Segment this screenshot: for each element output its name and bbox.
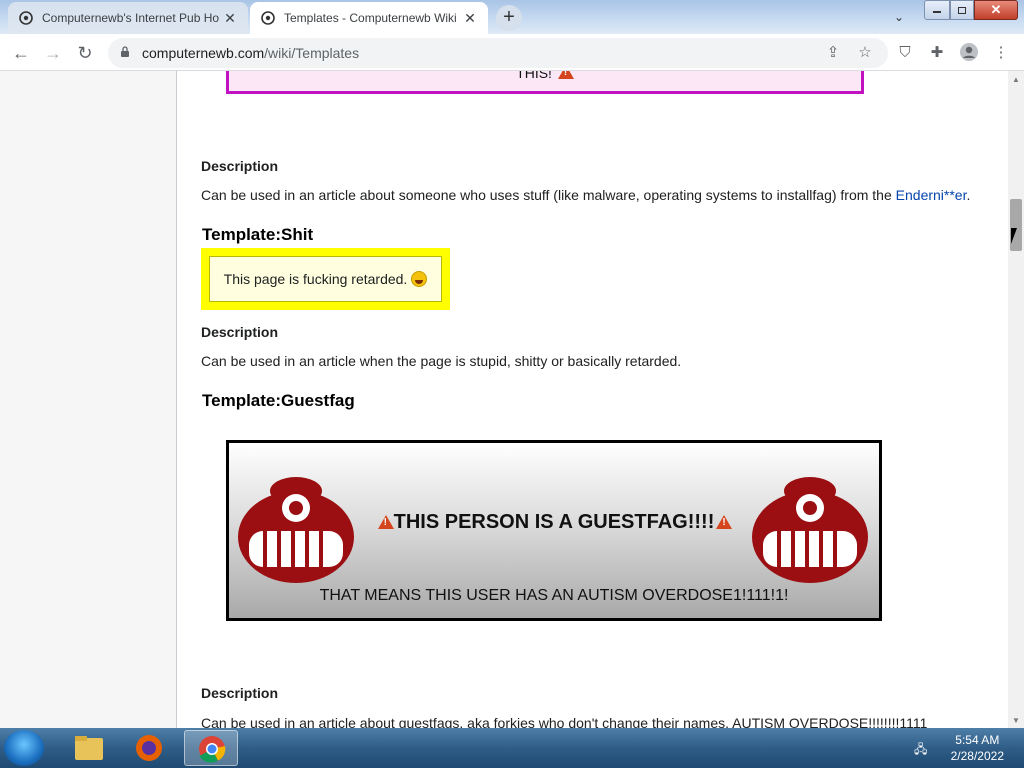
tab-strip: Computernewb's Internet Pub Ho ✕ Templat… (0, 0, 1024, 34)
taskbar-explorer[interactable] (62, 730, 116, 766)
scroll-up-arrow-icon[interactable]: ▲ (1012, 75, 1020, 84)
start-button[interactable] (4, 730, 44, 766)
back-icon[interactable]: ← (8, 40, 34, 66)
chrome-icon (199, 736, 226, 763)
network-icon[interactable]: 🖧 (914, 740, 930, 756)
mouse-pointer-icon (1011, 228, 1017, 244)
description-heading: Description (201, 158, 279, 174)
grinning-face-logo-icon (752, 477, 868, 583)
template-box-guestfag: THIS PERSON IS A GUESTFAG!!!! THAT MEANS… (226, 440, 882, 621)
guestfag-subtitle: THAT MEANS THIS USER HAS AN AUTISM OVERD… (319, 587, 789, 604)
restore-button[interactable] (950, 0, 974, 20)
forward-icon[interactable]: → (40, 40, 66, 66)
template-heading-guestfag: Template:Guestfag (202, 391, 355, 410)
scroll-down-arrow-icon[interactable]: ▼ (1012, 716, 1020, 725)
enderni-link[interactable]: Enderni**er (896, 187, 967, 203)
close-tab-icon[interactable]: ✕ (222, 10, 238, 26)
address-bar[interactable]: computernewb.com/wiki/Templates (108, 38, 888, 68)
close-window-button[interactable]: ✕ (974, 0, 1018, 20)
guestfag-title-text: THIS PERSON IS A GUESTFAG!!!! (393, 511, 715, 533)
extensions-puzzle-icon[interactable]: ✚ (926, 42, 948, 64)
close-tab-icon[interactable]: ✕ (462, 10, 478, 26)
wiki-sidebar (0, 71, 177, 728)
clock-time: 5:54 AM (955, 733, 1000, 747)
reload-icon[interactable]: ↻ (72, 40, 98, 66)
windows-taskbar: 🖧 5:54 AM 2/28/2022 (0, 728, 1024, 768)
clock-date: 2/28/2022 (950, 749, 1004, 763)
shield-extension-icon[interactable]: ⛉ (894, 42, 916, 64)
template-box-this: THIS! (226, 71, 864, 94)
url-path: /wiki/Templates (264, 45, 360, 61)
tab-title: Templates - Computernewb Wiki (284, 11, 457, 25)
tab-search-icon[interactable]: ⌄ (886, 6, 912, 28)
site-favicon-icon (260, 10, 276, 26)
folder-icon (75, 736, 103, 760)
template-box-text: THIS! (516, 71, 552, 81)
site-favicon-icon (18, 10, 34, 26)
page-viewport: THIS! Description Can be used in an arti… (0, 71, 1008, 728)
description-text: Can be used in an article about guestfag… (201, 715, 928, 728)
template-heading-shit: Template:Shit (202, 225, 314, 244)
warning-icon (557, 71, 574, 79)
system-clock[interactable]: 5:54 AM 2/28/2022 (951, 732, 1004, 764)
description-heading: Description (201, 324, 279, 340)
description-heading: Description (201, 685, 279, 701)
profile-avatar-icon[interactable] (958, 42, 980, 64)
share-icon[interactable]: ⇪ (822, 42, 844, 64)
description-text: Can be used in an article when the page … (201, 353, 682, 369)
tab-title: Computernewb's Internet Pub Ho (42, 11, 220, 25)
minimize-button[interactable] (924, 0, 950, 20)
taskbar-firefox[interactable] (122, 730, 176, 766)
description-text-part: . (966, 187, 971, 203)
new-tab-button[interactable]: + (496, 5, 522, 31)
warning-icon (716, 515, 733, 529)
description-text-part: Can be used in an article about someone … (201, 187, 896, 203)
tab-templates[interactable]: Templates - Computernewb Wiki ✕ (250, 2, 488, 34)
warning-icon (377, 515, 394, 529)
template-box-text: This page is fucking retarded. (223, 271, 408, 287)
tab-internet-pub[interactable]: Computernewb's Internet Pub Ho ✕ (8, 2, 248, 34)
page-scrollbar[interactable]: ▲ ▼ (1008, 71, 1024, 728)
laughing-emoji-icon (411, 271, 428, 287)
menu-kebab-icon[interactable]: ⋮ (990, 42, 1012, 64)
lock-icon (120, 45, 134, 61)
url-host: computernewb.com (142, 45, 265, 61)
firefox-icon (136, 735, 162, 761)
description-text: Can be used in an article about someone … (201, 187, 970, 203)
wiki-content: THIS! Description Can be used in an arti… (177, 71, 1008, 728)
bookmark-star-icon[interactable]: ☆ (854, 42, 876, 64)
taskbar-chrome[interactable] (184, 730, 238, 766)
template-box-inner: This page is fucking retarded. (209, 256, 442, 302)
template-box-shit: This page is fucking retarded. (201, 248, 450, 310)
browser-toolbar: ← → ↻ computernewb.com/wiki/Templates ⇪ … (0, 34, 1024, 71)
